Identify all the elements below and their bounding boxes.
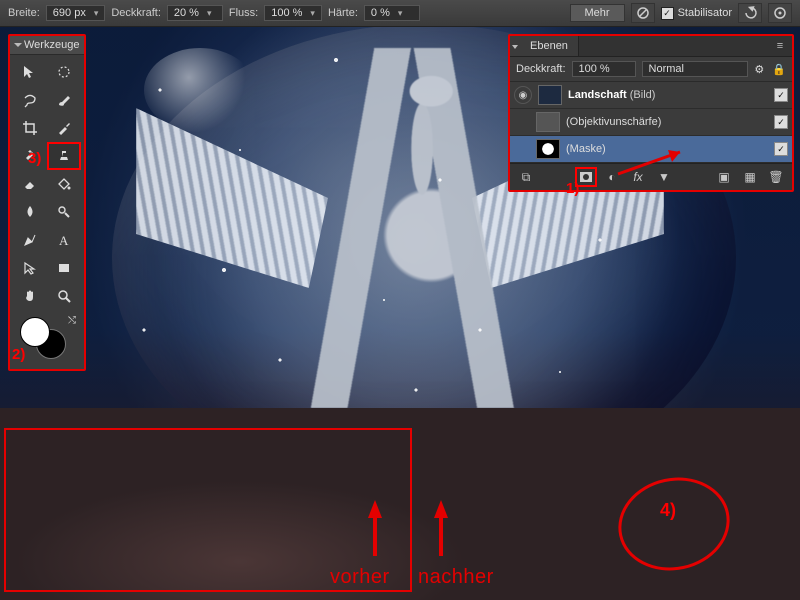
brush-options-bar: Breite: 690 px Deckkraft: 20 % Fluss: 10…	[0, 0, 800, 27]
lock-icon[interactable]: 🔒	[772, 63, 786, 76]
dodge-tool[interactable]	[48, 199, 80, 225]
layer-check-icon[interactable]: ✓	[774, 88, 788, 102]
layer-row-landschaft[interactable]: ◉ Landschaft (Bild) ✓	[510, 82, 792, 109]
hand-tool[interactable]	[14, 283, 46, 309]
tools-panel: Werkzeuge A ⤭	[8, 34, 86, 371]
visibility-toggle-icon[interactable]: ◉	[514, 86, 532, 104]
fill-tool[interactable]	[48, 171, 80, 197]
layer-opacity-field[interactable]: 100 %	[572, 61, 636, 77]
opacity-label: Deckkraft:	[111, 7, 161, 19]
flow-field[interactable]: 100 %	[264, 5, 322, 21]
new-folder-icon[interactable]: ▣	[714, 168, 734, 186]
tools-title-label: Werkzeuge	[24, 39, 79, 51]
sphere-glare	[144, 48, 256, 132]
delete-layer-icon[interactable]: 🗑	[766, 168, 786, 186]
brush-tool[interactable]	[48, 87, 80, 113]
flow-label: Fluss:	[229, 7, 258, 19]
width-field[interactable]: 690 px	[46, 5, 106, 21]
undo-icon[interactable]	[738, 3, 762, 23]
layers-group-icon[interactable]: ⧉	[516, 168, 536, 186]
svg-text:A: A	[59, 233, 69, 248]
hardness-field[interactable]: 0 %	[364, 5, 420, 21]
layer-row-lensblur[interactable]: (Objektivunschärfe) ✓	[510, 109, 792, 136]
adjustment-layer-icon[interactable]: ◐	[602, 168, 622, 186]
eyedropper-tool[interactable]	[48, 115, 80, 141]
layers-panel: Ebenen ≡ Deckkraft: 100 % Normal ⚙ 🔒 ◉ L…	[508, 34, 794, 192]
add-mask-button[interactable]	[576, 168, 596, 186]
fx-icon[interactable]: fx	[628, 168, 648, 186]
marquee-tool[interactable]	[48, 59, 80, 85]
stabilizer-label: Stabilisator	[678, 7, 732, 19]
settings-icon[interactable]	[768, 3, 792, 23]
layers-tab-label: Ebenen	[530, 40, 568, 52]
stabilizer-checkbox[interactable]: ✓Stabilisator	[661, 7, 732, 20]
pen-tool[interactable]	[14, 227, 46, 253]
blend-mode-select[interactable]: Normal	[642, 61, 749, 77]
panel-menu-icon[interactable]: ≡	[768, 36, 792, 56]
healing-tool[interactable]	[14, 143, 46, 169]
gear-icon[interactable]: ⚙	[754, 63, 764, 76]
opacity-field[interactable]: 20 %	[167, 5, 223, 21]
blur-tool[interactable]	[14, 199, 46, 225]
rock-base	[0, 408, 800, 600]
eraser-tool[interactable]	[14, 171, 46, 197]
shape-tool[interactable]	[48, 255, 80, 281]
zoom-tool[interactable]	[48, 283, 80, 309]
width-label: Breite:	[8, 7, 40, 19]
foreground-color[interactable]	[20, 317, 50, 347]
text-tool[interactable]: A	[48, 227, 80, 253]
layer-thumbnail[interactable]	[538, 85, 562, 105]
layer-name[interactable]: (Objektivunschärfe)	[566, 116, 764, 128]
swap-colors-icon[interactable]: ⤭	[68, 315, 76, 326]
crop-tool[interactable]	[14, 115, 46, 141]
filter-thumbnail[interactable]	[536, 112, 560, 132]
layer-row-mask[interactable]: (Maske) ✓	[510, 136, 792, 163]
lasso-tool[interactable]	[14, 87, 46, 113]
more-button[interactable]: Mehr	[570, 4, 625, 22]
new-layer-icon[interactable]: ▦	[740, 168, 760, 186]
layer-check-icon[interactable]: ✓	[774, 142, 788, 156]
layers-footer: ⧉ ◐ fx ▼ ▣ ▦ 🗑	[510, 163, 792, 190]
tablet-pressure-icon[interactable]	[631, 3, 655, 23]
path-select-tool[interactable]	[14, 255, 46, 281]
layers-tab[interactable]: Ebenen	[510, 36, 579, 56]
clone-stamp-tool[interactable]	[48, 143, 80, 169]
tools-panel-title[interactable]: Werkzeuge	[10, 36, 84, 55]
merge-icon[interactable]: ▼	[654, 168, 674, 186]
color-swatch[interactable]: ⤭	[14, 315, 80, 361]
hardness-label: Härte:	[328, 7, 358, 19]
layer-check-icon[interactable]: ✓	[774, 115, 788, 129]
layer-name[interactable]: Landschaft (Bild)	[568, 89, 764, 101]
layer-opacity-label: Deckkraft:	[516, 63, 566, 75]
mask-thumbnail[interactable]	[536, 139, 560, 159]
move-tool[interactable]	[14, 59, 46, 85]
layer-name[interactable]: (Maske)	[566, 143, 764, 155]
